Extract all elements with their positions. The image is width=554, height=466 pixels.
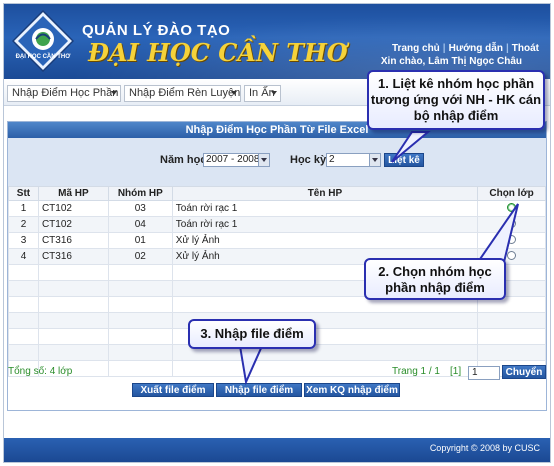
title-main: ĐẠI HỌC CẦN THƠ bbox=[88, 38, 348, 67]
callout-step-2: 2. Chọn nhóm học phần nhập điểm bbox=[364, 258, 506, 300]
app-frame: ĐẠI HỌC CẦN THƠ QUẢN LÝ ĐÀO TẠO ĐẠI HỌC … bbox=[3, 3, 551, 463]
callout-step-1: 1. Liệt kê nhóm học phần tương ứng với N… bbox=[367, 70, 545, 130]
menu-in-an[interactable]: In Ấn bbox=[244, 85, 281, 102]
table-row[interactable]: 2 CT102 04 Toán rời rạc 1 bbox=[8, 216, 546, 233]
chevron-down-icon bbox=[271, 91, 277, 95]
svg-text:ĐẠI HỌC CẦN THƠ: ĐẠI HỌC CẦN THƠ bbox=[16, 53, 72, 60]
page-input[interactable]: 1 bbox=[468, 366, 500, 380]
hoc-ky-label: Học kỳ bbox=[290, 154, 327, 166]
chevron-down-icon bbox=[111, 91, 117, 95]
link-logout[interactable]: Thoát bbox=[509, 43, 542, 54]
nam-hoc-label: Năm học bbox=[160, 154, 207, 166]
hoc-ky-select[interactable]: 2 bbox=[326, 153, 381, 167]
link-home[interactable]: Trang chủ bbox=[389, 43, 443, 54]
empty-row bbox=[8, 360, 546, 377]
export-button[interactable]: Xuất file điểm bbox=[132, 383, 214, 397]
page-indicator: Trang 1 / 1 bbox=[392, 366, 440, 377]
total-count: Tổng số: 4 lớp bbox=[8, 366, 73, 377]
menu-nhap-diem-hoc-phan[interactable]: Nhập Điểm Học Phần bbox=[7, 85, 121, 102]
chevron-down-icon bbox=[231, 91, 237, 95]
table-row[interactable]: 3 CT316 01 Xử lý Ảnh bbox=[8, 232, 546, 249]
greeting-text: Xin chào, Lâm Thị Ngọc Châu bbox=[380, 56, 522, 67]
callout-step-3: 3. Nhập file điểm bbox=[188, 319, 316, 349]
university-logo-icon: ĐẠI HỌC CẦN THƠ bbox=[12, 10, 74, 72]
table-row[interactable]: 1 CT102 03 Toán rời rạc 1 bbox=[8, 200, 546, 217]
menu-nhap-diem-ren-luyen[interactable]: Nhập Điểm Rèn Luyện bbox=[124, 85, 241, 102]
table-header: Stt Mã HP Nhóm HP Tên HP Chọn lớp bbox=[8, 186, 546, 201]
page-link[interactable]: [1] bbox=[450, 366, 461, 377]
dropdown-arrow-icon bbox=[258, 154, 269, 166]
top-links: Trang chủ | Hướng dẫn | Thoát bbox=[389, 43, 542, 54]
copyright-text: Copyright © 2008 by CUSC bbox=[429, 443, 540, 453]
link-help[interactable]: Hướng dẫn bbox=[446, 43, 506, 54]
dropdown-arrow-icon bbox=[369, 154, 380, 166]
callout-pointer bbox=[238, 345, 264, 386]
title-top: QUẢN LÝ ĐÀO TẠO bbox=[82, 22, 231, 39]
view-results-button[interactable]: Xem KQ nhập điểm bbox=[304, 383, 400, 397]
footer-bar: Copyright © 2008 by CUSC bbox=[4, 438, 550, 462]
nam-hoc-select[interactable]: 2007 - 2008 bbox=[203, 153, 270, 167]
filter-bar: Năm học 2007 - 2008 Học kỳ 2 Liệt kê bbox=[8, 138, 546, 186]
go-button[interactable]: Chuyển bbox=[502, 365, 546, 379]
header-banner: ĐẠI HỌC CẦN THƠ QUẢN LÝ ĐÀO TẠO ĐẠI HỌC … bbox=[4, 4, 550, 79]
